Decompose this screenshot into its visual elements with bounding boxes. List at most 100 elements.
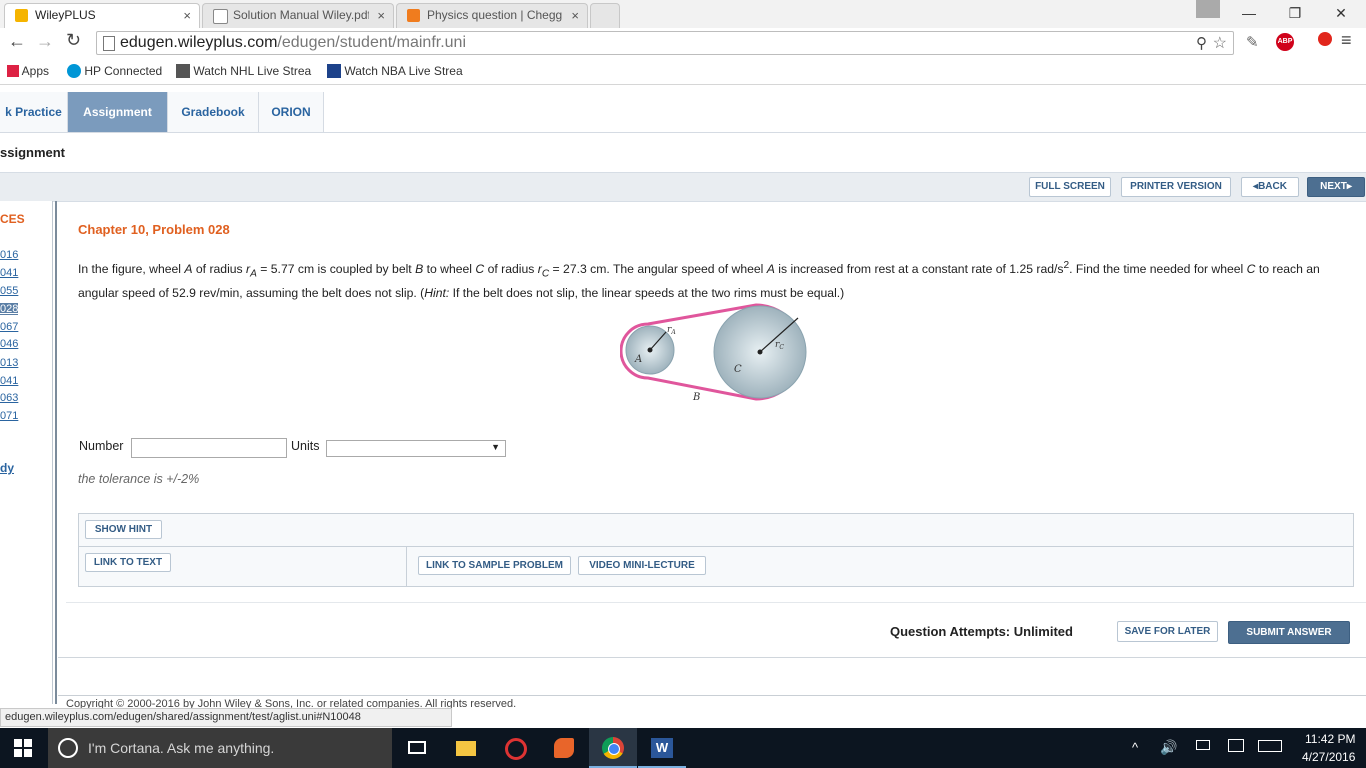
paint-app-icon[interactable] <box>540 728 588 768</box>
chegg-favicon-icon <box>407 9 420 22</box>
menu-icon[interactable]: ≡ <box>1341 30 1352 51</box>
windows-start-icon[interactable] <box>14 739 32 757</box>
main-nav: k Practice Assignment Gradebook ORION <box>0 92 324 132</box>
keyboard-icon[interactable] <box>1258 740 1282 752</box>
nhl-icon <box>176 64 190 78</box>
next-button[interactable]: NEXT▸ <box>1307 177 1365 197</box>
battery-icon[interactable] <box>1196 740 1210 750</box>
clock-time[interactable]: 11:42 PM <box>1305 732 1355 746</box>
close-window-icon[interactable]: ✕ <box>1318 0 1364 26</box>
tab-assignment[interactable]: Assignment <box>68 92 168 132</box>
number-input[interactable] <box>131 438 287 458</box>
hp-logo-icon <box>67 64 81 78</box>
adblock-plus-icon[interactable]: ABP <box>1276 33 1294 51</box>
tab-close-icon[interactable]: × <box>183 4 191 27</box>
text: A <box>766 262 775 277</box>
question-link[interactable]: 041 <box>0 375 18 387</box>
question-link[interactable]: 071 <box>0 410 18 422</box>
help-resources-box <box>78 513 1354 587</box>
question-link[interactable]: 013 <box>0 357 18 369</box>
profile-icon[interactable] <box>1196 0 1220 18</box>
tab-wileyplus[interactable]: WileyPLUS × <box>4 3 200 28</box>
volume-icon[interactable]: 🔊 <box>1160 739 1177 756</box>
footer-divider <box>58 657 1366 658</box>
bookmarks-bar: Apps HP Connected Watch NHL Live Strea W… <box>0 58 1366 85</box>
url-host: edugen.wileyplus.com <box>120 34 278 51</box>
task-view-icon[interactable] <box>394 728 442 768</box>
text: = 27.3 cm. The angular speed of wheel <box>549 262 767 277</box>
tab-orion[interactable]: ORION <box>259 92 324 132</box>
divider <box>406 547 407 587</box>
chrome-taskbar-icon[interactable] <box>589 728 637 768</box>
bookmark-nhl[interactable]: Watch NHL Live Strea <box>176 62 311 80</box>
minimize-icon[interactable]: — <box>1226 0 1272 26</box>
zoom-icon[interactable]: ⚲ <box>1196 34 1207 52</box>
tab-close-icon[interactable]: × <box>377 4 385 27</box>
back-button[interactable]: ◂BACK <box>1241 177 1299 197</box>
fig-label-ra-sub: A <box>670 329 676 336</box>
video-mini-lecture-button[interactable]: VIDEO MINI-LECTURE <box>578 556 706 575</box>
page-icon <box>103 36 115 51</box>
save-for-later-button[interactable]: SAVE FOR LATER <box>1117 621 1218 642</box>
question-link[interactable]: 041 <box>0 267 18 279</box>
restore-icon[interactable]: ❐ <box>1272 0 1318 26</box>
panel-divider <box>55 201 57 704</box>
tab-gradebook[interactable]: Gradebook <box>168 92 259 132</box>
word-taskbar-icon[interactable]: W <box>638 728 686 768</box>
question-link[interactable]: 067 <box>0 321 18 333</box>
show-hint-button[interactable]: SHOW HINT <box>85 520 162 539</box>
cortana-placeholder: I'm Cortana. Ask me anything. <box>88 740 275 756</box>
file-explorer-icon[interactable] <box>442 728 490 768</box>
extension-icon[interactable]: ✎ <box>1246 33 1259 51</box>
question-link[interactable]: 055 <box>0 285 18 297</box>
tolerance-note: the tolerance is +/-2% <box>78 472 200 486</box>
nav-divider <box>0 132 1366 133</box>
back-arrow-icon[interactable]: ← <box>8 31 26 52</box>
problem-title: Chapter 10, Problem 028 <box>78 222 230 237</box>
study-link[interactable]: dy <box>0 461 14 475</box>
next-label: NEXT <box>1320 181 1347 192</box>
tab-practice[interactable]: k Practice <box>0 92 68 132</box>
bookmark-nba[interactable]: Watch NBA Live Strea <box>327 62 463 80</box>
tab-solution-manual[interactable]: Solution Manual Wiley.pdf × <box>202 3 394 28</box>
text: A <box>184 262 193 277</box>
cortana-search-box[interactable]: I'm Cortana. Ask me anything. <box>48 728 392 768</box>
opera-extension-icon[interactable] <box>1318 32 1332 46</box>
tab-title: Solution Manual Wiley.pdf <box>233 8 369 22</box>
printer-version-button[interactable]: PRINTER VERSION <box>1121 177 1231 197</box>
bookmark-apps[interactable]: Apps <box>7 62 49 80</box>
full-screen-button[interactable]: FULL SCREEN <box>1029 177 1111 197</box>
question-link-current[interactable]: 028 <box>0 303 19 315</box>
caret-right-icon: ▸ <box>1346 181 1352 192</box>
bookmark-hp-connected[interactable]: HP Connected <box>67 62 162 80</box>
question-attempts: Question Attempts: Unlimited <box>890 624 1073 639</box>
question-link[interactable]: 063 <box>0 392 18 404</box>
question-list-heading: CES <box>0 212 25 226</box>
blocked-app-icon[interactable] <box>491 728 539 768</box>
back-label: BACK <box>1258 181 1287 192</box>
submit-answer-button[interactable]: SUBMIT ANSWER <box>1228 621 1350 644</box>
tray-chevron-icon[interactable]: ^ <box>1132 740 1138 755</box>
tab-chegg[interactable]: Physics question | Chegg. × <box>396 3 588 28</box>
question-link[interactable]: 046 <box>0 338 18 350</box>
text: of radius <box>484 262 538 277</box>
divider <box>66 602 1366 603</box>
units-select[interactable]: ▼ <box>326 440 506 457</box>
dropdown-arrow-icon: ▼ <box>491 442 500 452</box>
star-icon[interactable]: ☆ <box>1213 33 1227 53</box>
page-title: ssignment <box>0 145 66 160</box>
tab-close-icon[interactable]: × <box>571 4 579 27</box>
forward-arrow-icon[interactable]: → <box>36 31 54 52</box>
link-to-text-button[interactable]: LINK TO TEXT <box>85 553 171 572</box>
text: is increased from rest at a constant rat… <box>774 262 1064 277</box>
fig-label-b: B <box>692 392 700 403</box>
reload-icon[interactable]: ↻ <box>66 30 81 51</box>
link-to-sample-problem-button[interactable]: LINK TO SAMPLE PROBLEM <box>418 556 571 575</box>
question-link[interactable]: 016 <box>0 249 18 261</box>
url-field[interactable]: edugen.wileyplus.com/edugen/student/main… <box>96 31 1234 55</box>
action-center-icon[interactable] <box>1228 739 1244 752</box>
new-tab-button[interactable] <box>590 3 620 28</box>
url-text: edugen.wileyplus.com/edugen/student/main… <box>120 34 466 52</box>
belt-wheels-figure: rA rC A C B <box>620 303 807 403</box>
clock-date[interactable]: 4/27/2016 <box>1302 750 1355 764</box>
